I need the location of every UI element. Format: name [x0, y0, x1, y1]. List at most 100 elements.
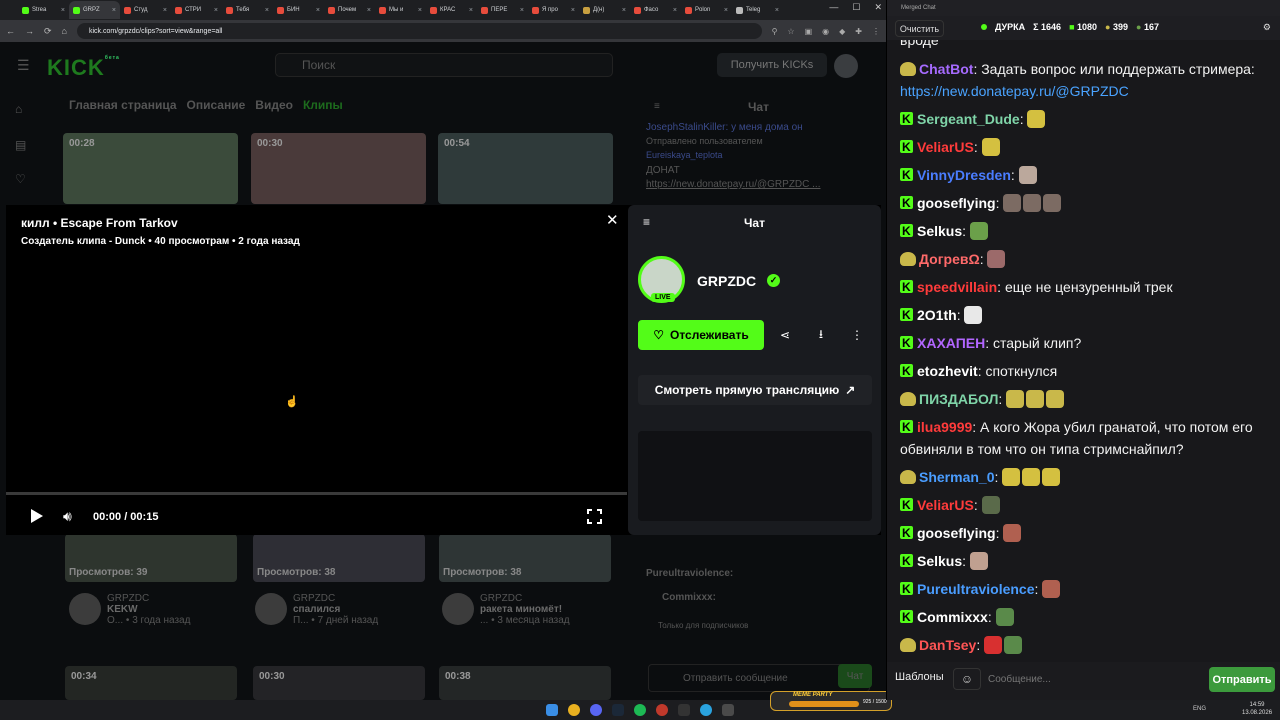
- clip-thumbnail[interactable]: 00:28: [63, 133, 238, 204]
- chat-username[interactable]: goosefIying: [917, 525, 996, 541]
- windows-start-icon[interactable]: [546, 704, 558, 716]
- follow-button[interactable]: ♡ Отслеживать: [638, 320, 764, 350]
- watch-live-button[interactable]: Смотреть прямую трансляцию ↗: [638, 375, 872, 405]
- reload-icon[interactable]: ⟳: [44, 26, 52, 37]
- chat-username[interactable]: ChatBot: [919, 61, 973, 77]
- close-tab-icon[interactable]: ×: [418, 7, 422, 14]
- emoji-icon[interactable]: ☺: [953, 668, 981, 690]
- clip-channel[interactable]: GRPZDC: [480, 593, 570, 604]
- extension-icon[interactable]: ◉: [822, 27, 829, 36]
- chat-username[interactable]: VinnyDresden: [917, 167, 1011, 183]
- download-icon[interactable]: ⭳: [806, 320, 836, 350]
- close-icon[interactable]: ✕: [874, 2, 882, 13]
- minimize-icon[interactable]: —: [829, 2, 838, 13]
- clear-button[interactable]: Очистить: [895, 20, 944, 37]
- home-icon[interactable]: ⌂: [15, 102, 22, 116]
- play-icon[interactable]: [31, 509, 43, 523]
- clip-title[interactable]: спалился: [293, 604, 378, 615]
- spotify-icon[interactable]: [634, 704, 646, 716]
- chat-username[interactable]: Selkus: [917, 553, 962, 569]
- maximize-icon[interactable]: ☐: [852, 2, 860, 13]
- clip-channel[interactable]: GRPZDC: [107, 593, 190, 604]
- chat-collapse-icon[interactable]: ≡: [654, 101, 660, 112]
- close-tab-icon[interactable]: ×: [265, 7, 269, 14]
- menu-icon[interactable]: ⋮: [872, 27, 880, 36]
- pinned-link[interactable]: https://new.donatepay.ru/@GRPZDC ...: [646, 179, 821, 190]
- fullscreen-icon[interactable]: [586, 508, 603, 525]
- extension-icon[interactable]: ◆: [839, 27, 845, 36]
- channel-name[interactable]: GRPZDC: [697, 273, 756, 289]
- close-tab-icon[interactable]: ×: [469, 7, 473, 14]
- steam-icon[interactable]: [612, 704, 624, 716]
- app-icon[interactable]: [722, 704, 734, 716]
- message-input[interactable]: [986, 668, 1202, 690]
- browser-tab[interactable]: Тебя ×: [222, 1, 273, 19]
- url-field[interactable]: kick.com/grpzdc/clips?sort=view&range=al…: [76, 23, 762, 39]
- clip-thumbnail[interactable]: Просмотров: 38: [253, 534, 425, 582]
- heart-icon[interactable]: ♡: [15, 172, 26, 186]
- chat-username[interactable]: VeliarUS: [917, 139, 974, 155]
- chat-username[interactable]: Pureultraviolence: [917, 581, 1035, 597]
- browser-tab[interactable]: Фасо ×: [630, 1, 681, 19]
- chat-username[interactable]: speedvillain: [917, 279, 997, 295]
- clip-thumbnail[interactable]: 00:54: [438, 133, 613, 204]
- browser-tab[interactable]: КРАС ×: [426, 1, 477, 19]
- browser-tab[interactable]: Студ ×: [120, 1, 171, 19]
- chat-username[interactable]: Pureultraviolence:: [646, 568, 733, 579]
- avatar[interactable]: [69, 593, 101, 625]
- extension-icon[interactable]: ▣: [805, 27, 813, 36]
- chat-username[interactable]: Commixxx:: [662, 592, 716, 603]
- tab-clips[interactable]: Клипы: [303, 98, 343, 112]
- chat-username[interactable]: VeliarUS: [917, 497, 974, 513]
- telegram-icon[interactable]: [700, 704, 712, 716]
- app-icon[interactable]: [656, 704, 668, 716]
- clip-thumbnail[interactable]: 00:30: [253, 666, 425, 700]
- puzzle-icon[interactable]: ✚: [855, 27, 862, 36]
- browser-tab[interactable]: Я про ×: [528, 1, 579, 19]
- chat-username[interactable]: 2O1th: [917, 307, 957, 323]
- chat-username[interactable]: Sherman_0: [919, 469, 994, 485]
- chrome-icon[interactable]: [568, 704, 580, 716]
- send-message-input[interactable]: Отправить сообщение: [648, 664, 870, 692]
- clip-channel[interactable]: GRPZDC: [293, 593, 378, 604]
- bookmark-star-icon[interactable]: ☆: [787, 27, 794, 36]
- zoom-icon[interactable]: ⚲: [772, 27, 778, 36]
- get-kicks-button[interactable]: Получить KICKs: [717, 53, 827, 77]
- browser-tab[interactable]: Strea ×: [18, 1, 69, 19]
- hamburger-icon[interactable]: ☰: [17, 57, 30, 74]
- tab-about[interactable]: Описание: [187, 98, 246, 112]
- close-tab-icon[interactable]: ×: [112, 7, 116, 14]
- browser-tab[interactable]: БИН ×: [273, 1, 324, 19]
- discord-icon[interactable]: [590, 704, 602, 716]
- clip-thumbnail[interactable]: 00:38: [439, 666, 611, 700]
- browser-tab[interactable]: СТРИ ×: [171, 1, 222, 19]
- tab-videos[interactable]: Видео: [255, 98, 293, 112]
- avatar[interactable]: [442, 593, 474, 625]
- clip-thumbnail[interactable]: 00:30: [251, 133, 426, 204]
- gear-icon[interactable]: ⚙: [1263, 22, 1271, 33]
- home-icon[interactable]: ⌂: [62, 26, 67, 36]
- chat-username[interactable]: ПИЗДАБОЛ: [919, 391, 998, 407]
- send-button[interactable]: Отправить: [1209, 667, 1275, 692]
- clip-thumbnail[interactable]: Просмотров: 38: [439, 534, 611, 582]
- browser-tab[interactable]: Teleg ×: [732, 1, 783, 19]
- browser-tab[interactable]: GRPZ ×: [69, 1, 120, 19]
- browser-tab[interactable]: Мы и ×: [375, 1, 426, 19]
- back-icon[interactable]: ←: [6, 26, 15, 36]
- close-tab-icon[interactable]: ×: [163, 7, 167, 14]
- video-progress-bar[interactable]: [6, 492, 627, 495]
- close-tab-icon[interactable]: ×: [367, 7, 371, 14]
- clip-title[interactable]: KEKW: [107, 604, 190, 615]
- obs-icon[interactable]: [678, 704, 690, 716]
- close-tab-icon[interactable]: ×: [724, 7, 728, 14]
- chat-username[interactable]: etozhevit: [917, 363, 978, 379]
- clip-title[interactable]: ракета миномёт!: [480, 604, 570, 615]
- close-tab-icon[interactable]: ×: [214, 7, 218, 14]
- kick-logo[interactable]: KICKбета: [47, 55, 120, 81]
- more-icon[interactable]: ⋮: [842, 320, 872, 350]
- clip-thumbnail[interactable]: 00:34: [65, 666, 237, 700]
- close-tab-icon[interactable]: ×: [673, 7, 677, 14]
- search-input[interactable]: Поиск: [275, 53, 613, 77]
- chat-username[interactable]: ХАХАПЕН: [917, 335, 985, 351]
- chat-username[interactable]: Selkus: [917, 223, 962, 239]
